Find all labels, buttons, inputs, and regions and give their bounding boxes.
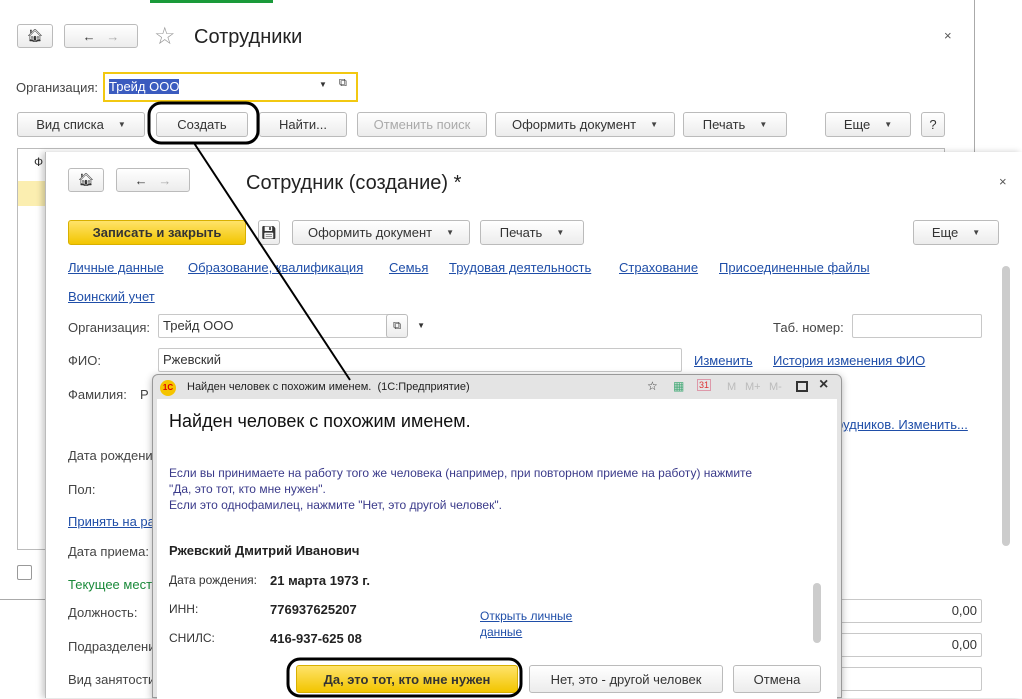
- annotation-arrow-line: [193, 142, 351, 381]
- annotation-overlay: [147, 101, 523, 698]
- yes-highlight-oval: [286, 657, 523, 698]
- create-highlight-oval: [147, 101, 260, 145]
